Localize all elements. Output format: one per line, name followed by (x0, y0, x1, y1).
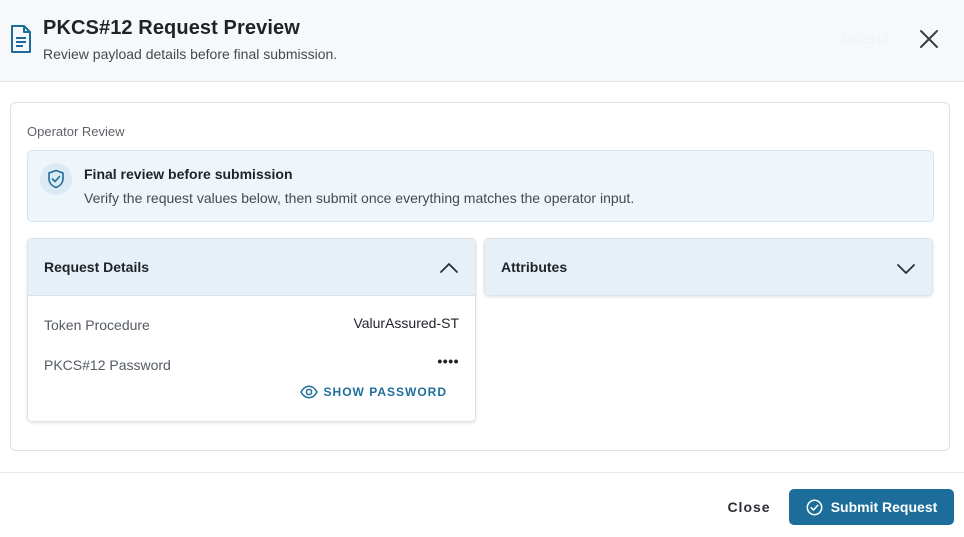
submit-request-button[interactable]: Submit Request (789, 489, 954, 525)
request-details-title: Request Details (44, 259, 150, 275)
review-alert: Final review before submission Verify th… (27, 150, 934, 222)
token-procedure-label: Token Procedure (44, 317, 150, 333)
submit-request-label: Submit Request (830, 499, 938, 515)
document-icon (11, 25, 31, 53)
footer-divider (0, 472, 964, 473)
operator-review-panel: Operator Review Final review before subm… (10, 102, 950, 451)
shield-check-icon (48, 169, 64, 189)
request-details-card: Request Details Token Procedure ValurAss… (27, 238, 476, 422)
check-circle-icon (806, 499, 823, 515)
close-button[interactable]: Close (714, 490, 784, 524)
request-details-header[interactable]: Request Details (28, 239, 475, 296)
token-procedure-value: ValurAssured-ST (353, 315, 459, 331)
show-password-button[interactable]: SHOW PASSWORD (299, 382, 447, 402)
format-tag: PKCS12 (843, 33, 890, 47)
attributes-title: Attributes (501, 259, 568, 275)
section-label: Operator Review (27, 124, 125, 139)
dialog-title: PKCS#12 Request Preview (43, 17, 300, 39)
shield-badge (40, 163, 72, 195)
alert-text: Verify the request values below, then su… (84, 190, 635, 206)
show-password-label: SHOW PASSWORD (323, 385, 447, 399)
attributes-header[interactable]: Attributes (485, 239, 932, 295)
attributes-card: Attributes (484, 238, 933, 296)
dialog-subtitle: Review payload details before final subm… (43, 46, 338, 62)
eye-icon (299, 385, 318, 399)
dialog-header: PKCS#12 Request Preview Review payload d… (0, 0, 964, 82)
chevron-up-icon[interactable] (439, 258, 459, 278)
chevron-down-icon[interactable] (896, 258, 916, 278)
pkcs12-password-label: PKCS#12 Password (44, 357, 171, 373)
close-icon[interactable] (918, 28, 940, 50)
alert-title: Final review before submission (84, 166, 293, 182)
pkcs12-password-value: •••• (437, 353, 459, 369)
